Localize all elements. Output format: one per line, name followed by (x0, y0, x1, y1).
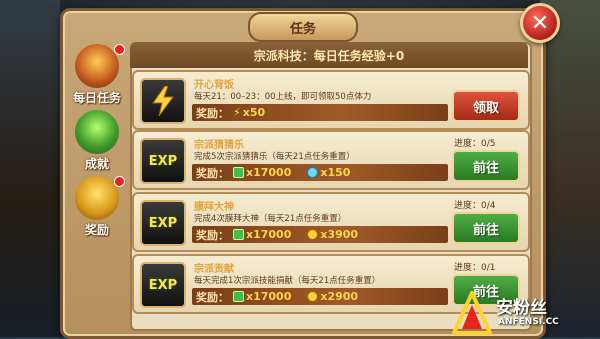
task-row: EXP 宗派猜猜乐 完成5次宗派猜猜乐（每天21点任务重置） 奖励： x1700… (132, 130, 530, 190)
sidebar-item-label: 每日任务 (72, 91, 121, 105)
notification-badge (114, 176, 125, 187)
task-description: 每天完成1次宗派技能捐献（每天21点任务重置） (194, 276, 381, 286)
sidebar-item-reward[interactable]: 奖励 (66, 174, 128, 244)
reward-amount: x17000 (246, 228, 292, 241)
exp-gem-icon (233, 229, 244, 240)
reward-amount: x150 (320, 166, 351, 179)
watermark-logo-icon (452, 291, 492, 335)
coin-icon (307, 229, 319, 240)
task-progress: 进度：0/1 (454, 263, 496, 273)
task-description: 完成5次宗派猜猜乐（每天21点任务重置） (194, 152, 355, 162)
task-name: 开心背饭 (194, 80, 234, 91)
sidebar-item-achievement[interactable]: 成就 (66, 108, 128, 178)
reward-amount: x3900 (320, 228, 359, 241)
reward-bar: 奖励： ⚡ x50 (192, 104, 448, 121)
task-name: 膜拜大神 (194, 202, 234, 213)
task-progress: 进度：0/4 (454, 201, 496, 211)
task-progress: 进度：0/5 (454, 139, 496, 149)
reward-label: 奖励： (196, 290, 229, 304)
go-button[interactable]: 前往 (452, 150, 520, 182)
task-description: 完成4次膜拜大神（每天21点任务重置） (194, 214, 347, 224)
sidebar: 每日任务 成就 奖励 (66, 42, 128, 327)
dialog-title: 任务 (248, 12, 358, 42)
notification-badge (114, 44, 125, 55)
sidebar-item-daily-task[interactable]: 每日任务 (66, 42, 128, 112)
watermark: 安粉丝 ANFENSI.CC (452, 291, 597, 335)
lightning-icon (140, 78, 186, 124)
orb-icon (307, 167, 319, 178)
reward-bar: 奖励： x17000 x2900 (192, 288, 448, 305)
daily-task-icon (75, 44, 119, 88)
claim-button[interactable]: 领取 (452, 90, 520, 122)
reward-amount: x17000 (246, 290, 292, 303)
energy-icon: ⚡ (233, 106, 241, 119)
reward-label: 奖励： (196, 106, 229, 120)
exp-icon: EXP (140, 200, 186, 246)
watermark-url: ANFENSI.CC (498, 317, 559, 327)
sidebar-item-label: 成就 (84, 157, 109, 171)
reward-amount: x17000 (246, 166, 292, 179)
reward-bar: 奖励： x17000 x150 (192, 164, 448, 181)
reward-amount: x2900 (320, 290, 359, 303)
coin-icon (307, 291, 319, 302)
watermark-name: 安粉丝 (496, 298, 547, 318)
exp-icon: EXP (140, 138, 186, 184)
task-row: EXP 膜拜大神 完成4次膜拜大神（每天21点任务重置） 奖励： x17000 … (132, 192, 530, 252)
reward-bar: 奖励： x17000 x3900 (192, 226, 448, 243)
task-name: 宗派贡献 (194, 264, 234, 275)
task-description: 每天21：00–23：00上线，即可领取50点体力 (194, 92, 372, 102)
reward-label: 奖励： (196, 228, 229, 242)
close-button[interactable]: ✕ (520, 3, 560, 43)
exp-icon: EXP (140, 262, 186, 308)
go-button[interactable]: 前往 (452, 212, 520, 244)
reward-amount: x50 (242, 106, 266, 119)
achievement-icon (75, 110, 119, 154)
exp-gem-icon (233, 167, 244, 178)
sect-tech-bonus: 宗派科技：每日任务经验+0 (130, 42, 528, 68)
exp-gem-icon (233, 291, 244, 302)
reward-label: 奖励： (196, 166, 229, 180)
reward-icon (75, 176, 119, 220)
task-row: 开心背饭 每天21：00–23：00上线，即可领取50点体力 奖励： ⚡ x50… (132, 70, 530, 130)
sidebar-item-label: 奖励 (84, 223, 109, 237)
close-icon: ✕ (530, 10, 550, 36)
task-name: 宗派猜猜乐 (194, 140, 244, 151)
